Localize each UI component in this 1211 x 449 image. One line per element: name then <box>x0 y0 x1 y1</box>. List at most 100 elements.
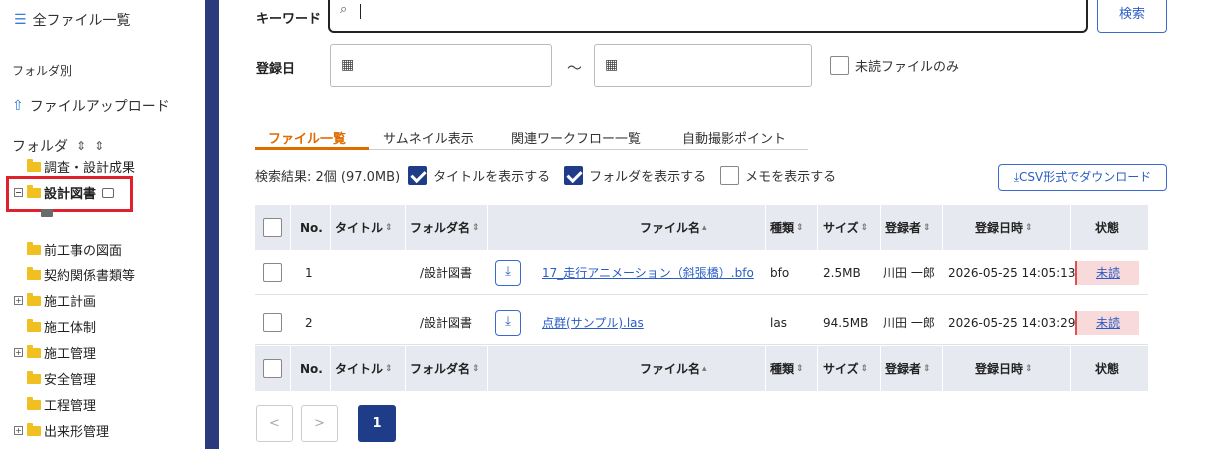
next-page-button[interactable]: > <box>301 405 338 442</box>
upload-icon: ⇧ <box>12 98 24 114</box>
search-button[interactable]: 検索 <box>1097 0 1167 33</box>
sort-asc-icon: ▴ <box>702 363 707 374</box>
tree-item-safety[interactable]: 安全管理 <box>27 369 96 388</box>
folder-menu-button[interactable] <box>41 209 53 217</box>
upload-link[interactable]: ⇧ ファイルアップロード <box>12 96 170 116</box>
sort-icon: ⇕ <box>796 363 804 374</box>
sort-icon: ⇕ <box>860 222 869 233</box>
sidebar-divider <box>205 0 219 449</box>
col-no: No. <box>300 220 323 235</box>
col-size[interactable]: サイズ ⇕ <box>823 205 868 250</box>
collapse-all-icon[interactable]: ⇕ <box>94 139 104 153</box>
expander-icon[interactable]: + <box>14 296 23 305</box>
csv-download-label: CSV形式でダウンロード <box>1019 170 1152 184</box>
tree-item-construction-mgmt[interactable]: + 施工管理 <box>14 343 96 362</box>
row-checkbox[interactable] <box>263 313 282 332</box>
keyword-input[interactable]: ⌕ <box>328 0 1088 33</box>
display-options: 検索結果: 2個 (97.0MB) タイトルを表示する フォルダを表示する メモ… <box>255 166 836 185</box>
tree-item-label: 出来形管理 <box>44 425 110 440</box>
cell-type: las <box>770 315 787 330</box>
file-link[interactable]: 点群(サンプル).las <box>542 314 644 331</box>
tree-item-prev-drawings[interactable]: 前工事の図面 <box>27 240 122 259</box>
download-button[interactable]: ⤓ <box>495 259 521 286</box>
col-registrant[interactable]: 登録者 ⇕ <box>885 346 931 391</box>
folder-icon <box>27 370 41 384</box>
section-by-folder: フォルダ別 <box>12 64 73 78</box>
date-to-input[interactable]: ▦ <box>594 44 812 87</box>
folder-header-label: フォルダ <box>12 139 68 155</box>
unread-only-checkbox[interactable]: 未読ファイルのみ <box>830 56 959 75</box>
active-tab-indicator <box>255 147 369 150</box>
tree-item-label: 施工計画 <box>44 295 97 310</box>
file-link[interactable]: 17_走行アニメーション（斜張橋）.bfo <box>542 264 754 281</box>
date-from-input[interactable]: ▦ <box>330 44 552 87</box>
folder-icon <box>27 266 41 280</box>
col-folder[interactable]: フォルダ名 ⇕ <box>410 205 480 250</box>
expand-all-icon[interactable]: ⇕ <box>76 139 86 153</box>
sort-icon: ⇕ <box>923 222 931 233</box>
col-title[interactable]: タイトル ⇕ <box>335 205 393 250</box>
col-title[interactable]: タイトル ⇕ <box>335 346 393 391</box>
table-header: No. タイトル ⇕ フォルダ名 ⇕ ファイル名 ▴ 種類 ⇕ サイズ ⇕ 登録者 ⇕ 登録… <box>255 205 1148 250</box>
pagination: < > 1 <box>256 405 396 442</box>
tree-item-label: 施工管理 <box>44 347 97 362</box>
col-folder[interactable]: フォルダ名 ⇕ <box>410 346 480 391</box>
table-row: 2 /設計図書 ⤓ 点群(サンプル).las las 94.5MB 川田 一郎 … <box>255 300 1148 345</box>
sort-icon: ⇕ <box>472 363 480 374</box>
status-badge[interactable]: 未読 <box>1075 260 1139 285</box>
calendar-icon: ▦ <box>605 57 619 73</box>
all-files-label: 全ファイル一覧 <box>32 13 131 29</box>
col-datetime[interactable]: 登録日時 ⇕ <box>975 346 1033 391</box>
show-title-checkbox[interactable] <box>408 166 428 185</box>
tab-file-list[interactable]: ファイル一覧 <box>268 128 346 147</box>
col-datetime[interactable]: 登録日時 ⇕ <box>975 205 1033 250</box>
tab-workflows[interactable]: 関連ワークフロー一覧 <box>511 128 641 147</box>
show-folder-checkbox[interactable] <box>564 166 584 185</box>
sort-asc-icon: ▴ <box>702 222 707 233</box>
tree-item-label: 契約関係書類等 <box>44 269 136 284</box>
col-type[interactable]: 種類 ⇕ <box>770 346 804 391</box>
csv-download-button[interactable]: ⤓CSV形式でダウンロード <box>998 164 1167 191</box>
tab-thumbnails[interactable]: サムネイル表示 <box>383 128 474 147</box>
date-label: 登録日 <box>256 62 296 77</box>
status-badge[interactable]: 未読 <box>1075 310 1139 335</box>
view-tabs: ファイル一覧 サムネイル表示 関連ワークフロー一覧 自動撮影ポイント <box>255 124 808 150</box>
tree-item-finished-form[interactable]: + 出来形管理 <box>14 421 109 440</box>
checkbox-icon[interactable] <box>830 56 849 75</box>
show-memo-checkbox[interactable] <box>720 166 740 185</box>
download-button[interactable]: ⤓ <box>495 309 521 336</box>
tab-auto-capture[interactable]: 自動撮影ポイント <box>682 128 786 147</box>
col-type[interactable]: 種類 ⇕ <box>770 205 804 250</box>
tree-item-schedule[interactable]: 工程管理 <box>27 395 96 414</box>
calendar-icon: ▦ <box>341 57 355 73</box>
tree-item-construction-plan[interactable]: + 施工計画 <box>14 291 96 310</box>
table-row: 1 /設計図書 ⤓ 17_走行アニメーション（斜張橋）.bfo bfo 2.5M… <box>255 250 1148 295</box>
show-memo-label: メモを表示する <box>745 170 837 185</box>
col-file[interactable]: ファイル名 ▴ <box>640 346 707 391</box>
col-file[interactable]: ファイル名 ▴ <box>640 205 707 250</box>
select-all-checkbox[interactable] <box>263 218 282 237</box>
row-checkbox[interactable] <box>263 263 282 282</box>
sort-icon: ⇕ <box>385 363 393 374</box>
expander-icon[interactable]: + <box>14 348 23 357</box>
unread-only-label: 未読ファイルのみ <box>855 60 960 75</box>
show-folder-label: フォルダを表示する <box>589 170 707 185</box>
tree-item-construction-system[interactable]: 施工体制 <box>27 317 96 336</box>
show-title-label: タイトルを表示する <box>433 170 551 185</box>
all-files-link[interactable]: ☰ 全ファイル一覧 <box>14 10 131 30</box>
tree-item-survey[interactable]: 調査・設計成果 <box>27 157 135 176</box>
folder-icon <box>27 318 41 332</box>
prev-page-button[interactable]: < <box>256 405 293 442</box>
col-size[interactable]: サイズ ⇕ <box>823 346 868 391</box>
expander-icon[interactable]: + <box>14 426 23 435</box>
tree-item-label: 安全管理 <box>44 373 97 388</box>
select-all-checkbox[interactable] <box>263 359 282 378</box>
col-registrant[interactable]: 登録者 ⇕ <box>885 205 931 250</box>
sidebar: ☰ 全ファイル一覧 フォルダ別 ⇧ ファイルアップロード フォルダ ⇕ ⇕ 調査… <box>0 0 205 449</box>
page-1-button[interactable]: 1 <box>358 405 396 442</box>
sort-icon: ⇕ <box>923 363 931 374</box>
text-cursor <box>360 4 361 19</box>
sort-icon: ⇕ <box>860 363 869 374</box>
tree-item-contracts[interactable]: 契約関係書類等 <box>27 265 135 284</box>
cell-registrant: 川田 一郎 <box>883 266 935 280</box>
